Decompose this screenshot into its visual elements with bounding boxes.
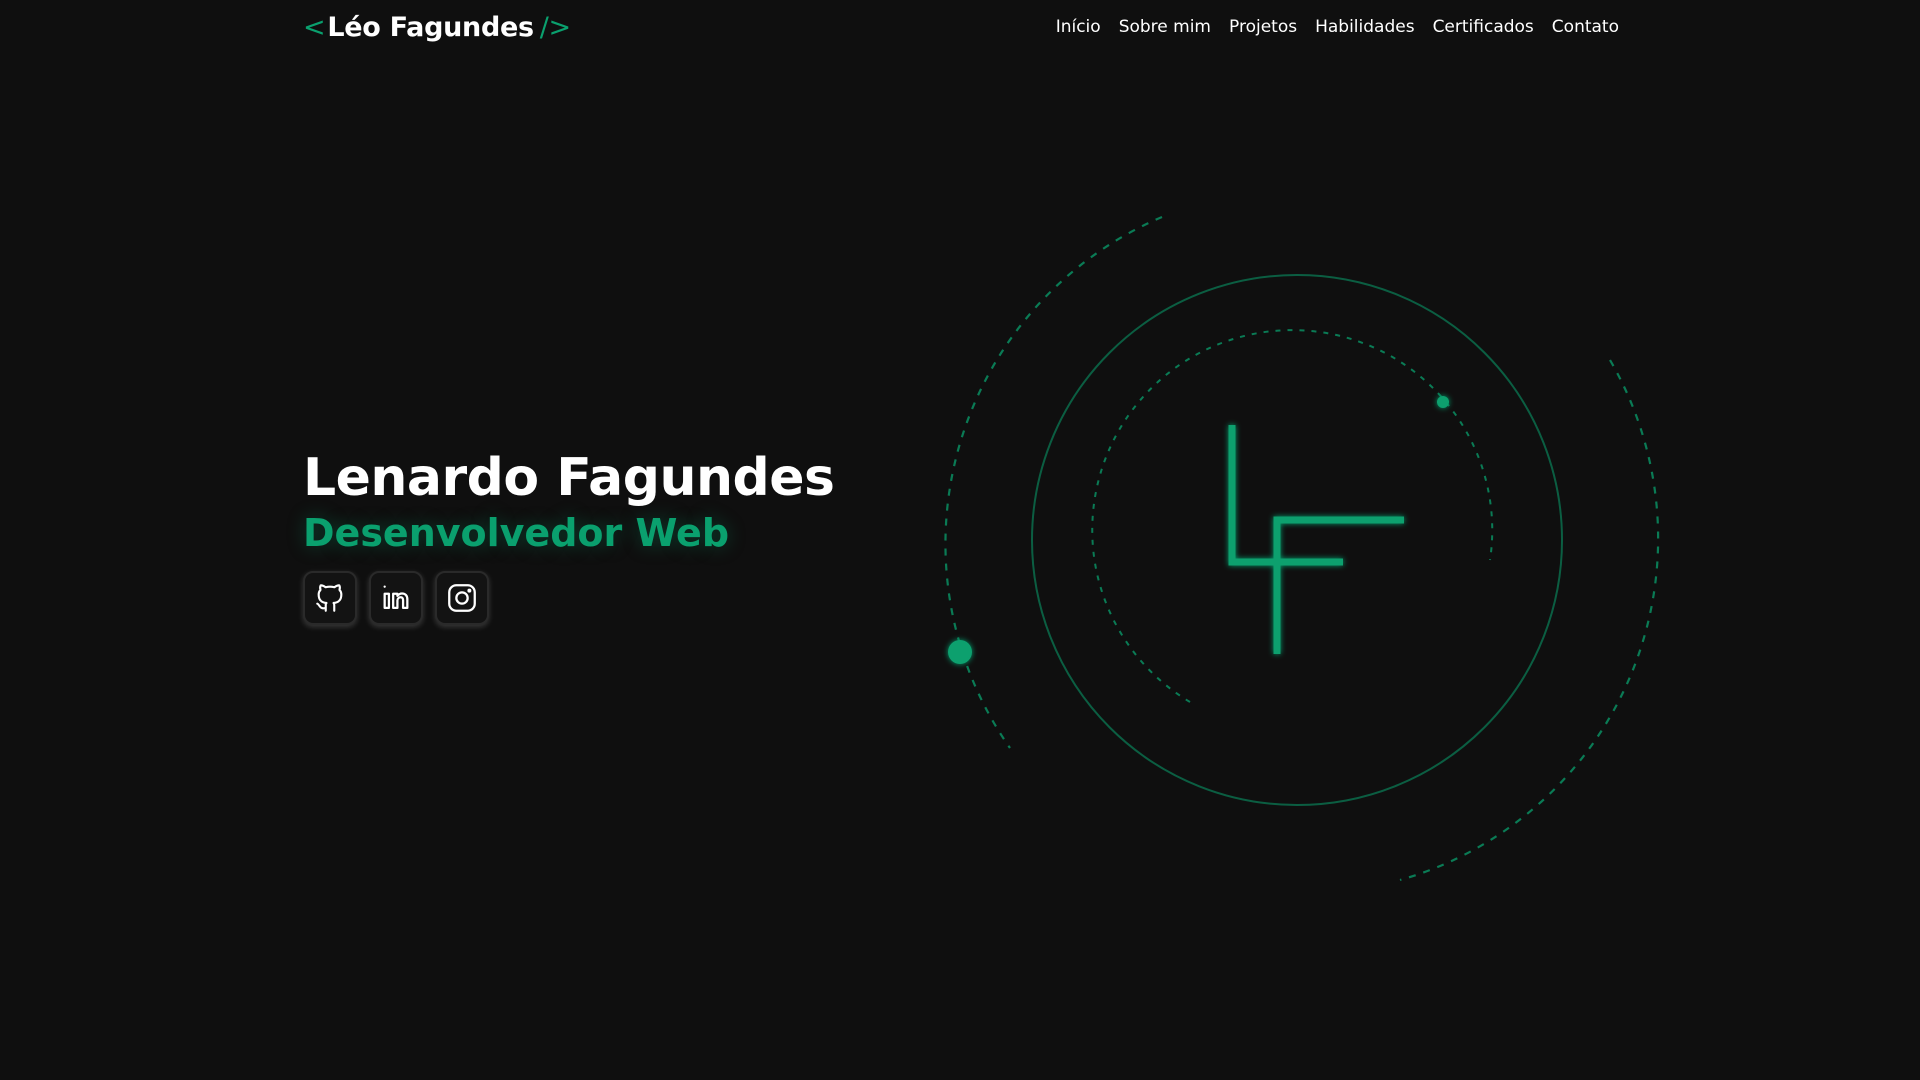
nav-link-contato[interactable]: Contato: [1552, 17, 1619, 37]
nav-link-projetos[interactable]: Projetos: [1229, 17, 1297, 37]
outer-orbit-left: [944, 215, 1163, 749]
nav-link-sobre-mim[interactable]: Sobre mim: [1119, 17, 1211, 37]
outer-orbit-right: [1399, 359, 1660, 882]
orbit-graphic: [944, 215, 1660, 882]
main-nav: Início Sobre mim Projetos Habilidades Ce…: [1056, 17, 1619, 37]
logo-name: Léo Fagundes: [327, 11, 534, 43]
lf-monogram: [1228, 425, 1404, 654]
social-links: [303, 571, 834, 626]
page: < Léo Fagundes /> Início Sobre mim Proje…: [0, 0, 1920, 1080]
instagram-button[interactable]: [435, 571, 489, 626]
hero-role: Desenvolvedor Web: [303, 511, 730, 556]
site-header: < Léo Fagundes /> Início Sobre mim Proje…: [303, 0, 1619, 54]
middle-ring: [1031, 274, 1563, 806]
linkedin-icon: [383, 585, 409, 610]
hero-section: Lenardo Fagundes Desenvolvedor Web: [303, 448, 835, 626]
nav-link-inicio[interactable]: Início: [1056, 17, 1101, 37]
nav-link-certificados[interactable]: Certificados: [1433, 17, 1534, 37]
instagram-icon: [448, 584, 476, 613]
nav-link-habilidades[interactable]: Habilidades: [1315, 17, 1414, 37]
orbit-dot-large: [948, 640, 972, 664]
linkedin-button[interactable]: [369, 571, 423, 626]
logo[interactable]: < Léo Fagundes />: [303, 12, 571, 43]
logo-open-bracket: <: [303, 11, 326, 43]
hero-graphic: [930, 200, 1660, 900]
github-icon: [316, 584, 343, 612]
orbit-dot-small: [1437, 396, 1449, 408]
github-button[interactable]: [303, 571, 357, 626]
hero-name: Lenardo Fagundes: [303, 448, 835, 508]
logo-close-bracket: />: [539, 11, 571, 43]
inner-orbit: [1091, 329, 1494, 703]
